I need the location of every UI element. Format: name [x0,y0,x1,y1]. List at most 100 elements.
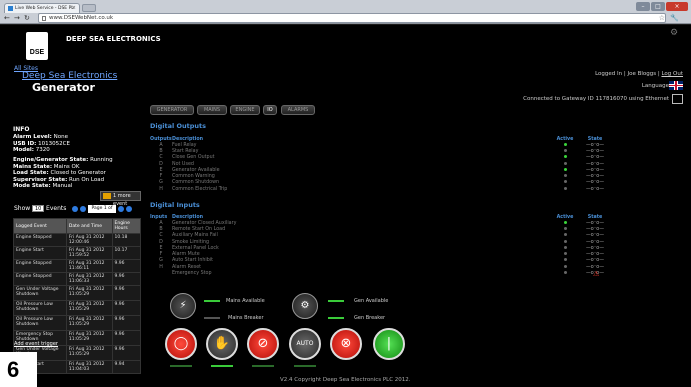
table-cell: Fri Aug 31 2012 11:46:11 [65,259,113,273]
table-cell: Engine Stopped [13,259,67,273]
address-bar[interactable]: www.DSEWebNet.co.uk [38,13,666,23]
table-row[interactable]: Oil Pressure Low Shutdown Fri Aug 31 2012… [13,315,141,331]
table-cell: Fri Aug 31 2012 11:59:52 [65,246,113,260]
events-show-control: Show 10 Events [14,205,66,212]
table-cell: Fri Aug 31 2012 12:00:46 [65,233,113,247]
info-line: Model: 7320 [13,147,50,153]
prev-page-icon[interactable] [80,206,86,212]
info-heading: INFO [13,126,30,133]
mains-pylon-icon: ⚡ [170,293,196,319]
active-led-icon [563,142,567,146]
gen-available-label: Gen Available [354,298,389,304]
active-led-icon [563,271,567,275]
test-indicator [252,365,274,367]
table-cell: Fri Aug 31 2012 11:05:29 [65,345,113,361]
info-key: Mains State: [13,163,53,170]
info-value: Manual [50,183,73,190]
stop-indicator [170,365,192,367]
table-row[interactable]: Engine Start Fri Aug 31 2012 11:59:52 10.1… [13,246,141,260]
ethernet-icon [672,94,683,104]
url-text: www.DSEWebNet.co.uk [49,15,114,21]
active-led-icon [563,174,567,178]
settings-gear-icon[interactable]: ⚙ [670,28,678,38]
tab-engine[interactable]: ENGINE [230,105,260,115]
mains-available-label: Mains Available [226,298,265,304]
bookmark-star-icon[interactable]: ☆ [659,14,665,22]
minimize-button[interactable]: – [636,2,650,11]
active-led-icon [563,220,567,224]
events-column-header[interactable]: Date and Time [65,218,113,234]
digital-inputs-table: Inputs Description Active State A Generator … [150,214,610,277]
table-row[interactable]: Engine Stopped Fri Aug 31 2012 12:00:46 10… [13,233,141,247]
table-cell: 9.96 [111,259,141,273]
reload-icon[interactable]: ↻ [24,14,30,22]
window-close-button[interactable]: × [666,2,688,11]
io-active-cell [550,186,580,192]
test-button[interactable]: ⊘ [247,328,279,360]
tab-io[interactable]: IO [263,105,277,115]
mains-off-button[interactable]: ⊗ [330,328,362,360]
maximize-button[interactable]: □ [651,2,665,11]
table-row[interactable]: Gen Under Voltage Shutdown Fri Aug 31 201… [13,285,141,301]
events-count-select[interactable]: 10 [32,205,45,212]
io-active-cell [550,270,580,276]
tab-generator[interactable]: GENERATOR [150,105,194,115]
logged-in-info: Logged In | Joe Bloggs | Log Out [595,71,683,77]
events-column-header[interactable]: Engine Hours [111,218,141,234]
table-row[interactable]: Oil Pressure Low Shutdown Fri Aug 31 2012… [13,300,141,316]
io-code: H [159,186,163,192]
tab-alarms[interactable]: ALARMS [281,105,315,115]
browser-tab[interactable]: Live Web Service - DSE PL × [4,3,80,13]
close-tab-icon[interactable]: × [72,5,76,11]
add-event-trigger-link[interactable]: Add event trigger [14,341,58,347]
info-key: Mode State: [13,183,51,190]
manual-indicator [211,365,233,367]
uk-flag-icon[interactable] [669,81,683,90]
info-value: Mains OK [52,163,80,170]
new-tab-button[interactable] [82,4,96,12]
brand-name: DEEP SEA ELECTRONICS [66,35,161,43]
estop-alert-icon: ⚠ [593,270,600,278]
stop-button[interactable]: ◯ [165,328,197,360]
show-label: Show [14,205,31,212]
tab-mains[interactable]: MAINS [197,105,227,115]
last-page-icon[interactable] [126,206,132,212]
events-column-header[interactable]: Logged Event [13,218,67,234]
io-column-header: Outputs [150,136,172,142]
table-row[interactable]: Engine Stopped Fri Aug 31 2012 11:06:33 9.… [13,272,141,286]
first-page-icon[interactable] [72,206,78,212]
more-events-button[interactable]: 1 more event [100,191,141,207]
forward-icon[interactable]: → [14,14,20,22]
figure-number-badge: 6 [0,352,37,387]
active-led-icon [563,239,567,243]
active-led-icon [563,186,567,190]
table-cell: Fri Aug 31 2012 11:05:29 [65,330,113,346]
table-cell: 9.96 [111,315,141,331]
io-description: Common Electrical Trip [172,186,228,192]
back-icon[interactable]: ← [4,14,10,22]
mains-available-led [204,300,220,302]
info-line: Supervisor State: Run On Load [13,177,104,183]
wrench-icon[interactable]: 🔧 [670,14,679,22]
generator-icon: ⚙ [292,293,318,319]
gen-breaker-label: Gen Breaker [354,315,386,321]
auto-button[interactable]: AUTO [289,328,321,360]
site-name-link[interactable]: Deep Sea Electronics [22,71,117,81]
tab-title: Live Web Service - DSE PL [15,6,74,11]
active-led-icon [563,167,567,171]
manual-button[interactable]: ✋ [206,328,238,360]
active-led-icon [563,148,567,152]
logout-link[interactable]: Log Out [661,71,683,77]
table-cell: 10.18 [111,233,141,247]
start-button[interactable]: | [373,328,405,360]
table-cell: Fri Aug 31 2012 11:05:29 [65,285,113,301]
active-led-icon [563,233,567,237]
table-row[interactable]: Engine Stopped Fri Aug 31 2012 11:46:11 9.… [13,259,141,273]
info-key: Load State: [13,170,49,177]
info-line: Mains State: Mains OK [13,164,79,170]
info-line: USB ID: 1013052CE [13,141,70,147]
table-cell: 9.94 [111,360,141,374]
io-description: Emergency Stop [172,271,212,277]
table-cell: 10.17 [111,246,141,260]
next-page-icon[interactable] [118,206,124,212]
